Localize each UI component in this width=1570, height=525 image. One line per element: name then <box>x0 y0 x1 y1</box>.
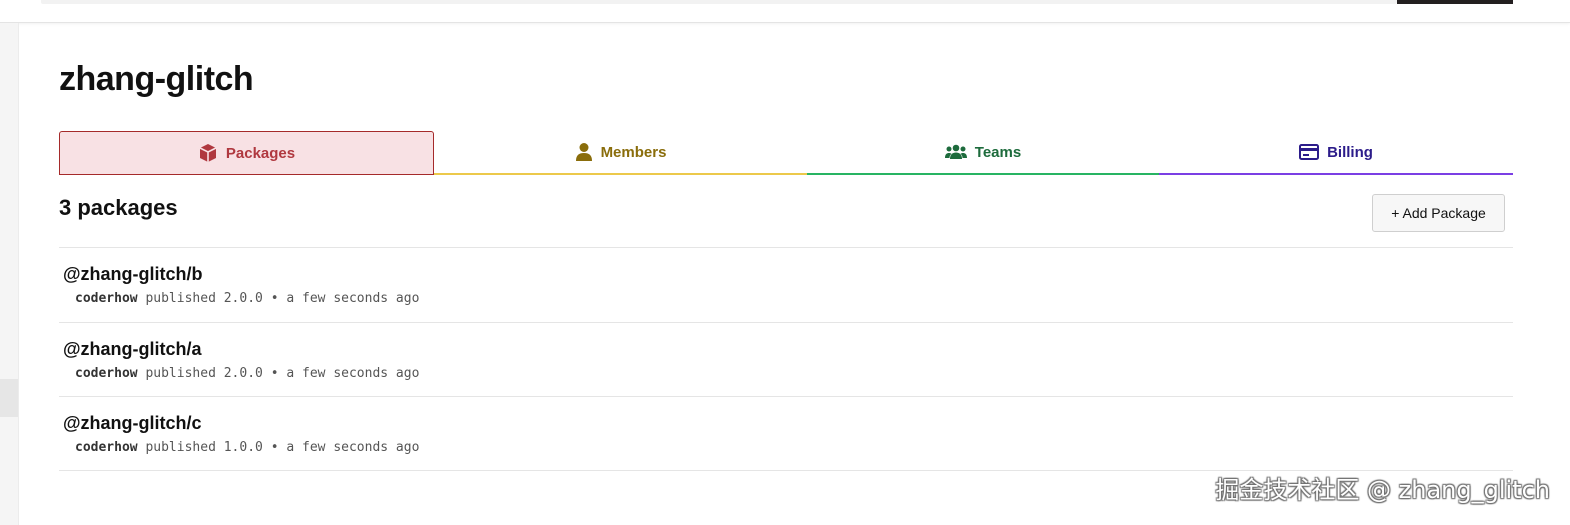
package-meta: coderhow published 1.0.0 • a few seconds… <box>75 440 420 455</box>
tab-label: Teams <box>974 143 1022 161</box>
credit-card-icon <box>1299 144 1320 160</box>
tab-label: Members <box>600 143 667 161</box>
timestamp: a few seconds ago <box>286 365 420 381</box>
package-count: 3 packages <box>59 195 178 220</box>
timestamp: a few seconds ago <box>286 291 420 306</box>
top-nav-bar <box>0 0 1570 23</box>
tab-teams[interactable]: Teams <box>807 131 1159 175</box>
timestamp: a few seconds ago <box>286 440 420 455</box>
package-icon <box>198 143 218 163</box>
author-link[interactable]: coderhow <box>75 291 138 306</box>
tab-label: Billing <box>1327 143 1373 161</box>
user-icon <box>575 142 593 162</box>
package-name-link[interactable]: @zhang-glitch/c <box>63 413 202 434</box>
tab-billing[interactable]: Billing <box>1159 131 1513 175</box>
users-icon <box>944 144 967 160</box>
package-name-link[interactable]: @zhang-glitch/a <box>63 339 202 360</box>
page-title: zhang-glitch <box>59 60 254 98</box>
add-package-button[interactable]: + Add Package <box>1372 194 1505 232</box>
left-gutter <box>0 23 19 525</box>
tab-label: Packages <box>225 144 296 162</box>
tab-members[interactable]: Members <box>434 131 807 175</box>
scroll-marker <box>0 379 18 417</box>
version: 2.0.0 <box>223 365 263 381</box>
package-name-link[interactable]: @zhang-glitch/b <box>63 264 203 285</box>
search-input[interactable] <box>41 0 1397 4</box>
org-tabs: Packages Members Teams Billing <box>59 131 1513 175</box>
author-link[interactable]: coderhow <box>75 440 138 455</box>
author-link[interactable]: coderhow <box>75 366 138 381</box>
watermark: 掘金技术社区 @ zhang_glitch <box>1215 476 1550 504</box>
version: 1.0.0 <box>223 440 263 455</box>
version: 2.0.0 <box>223 291 263 306</box>
tab-packages[interactable]: Packages <box>59 131 434 175</box>
package-list: @zhang-glitch/b coderhow published 2.0.0… <box>59 247 1513 471</box>
list-item: @zhang-glitch/b coderhow published 2.0.0… <box>59 247 1513 322</box>
package-meta: coderhow published 2.0.0 • a few seconds… <box>75 365 420 381</box>
list-item: @zhang-glitch/a coderhow published 2.0.0… <box>59 321 1513 397</box>
search-button[interactable] <box>1397 0 1513 4</box>
package-meta: coderhow published 2.0.0 • a few seconds… <box>75 291 420 306</box>
list-item: @zhang-glitch/c coderhow published 1.0.0… <box>59 396 1513 471</box>
